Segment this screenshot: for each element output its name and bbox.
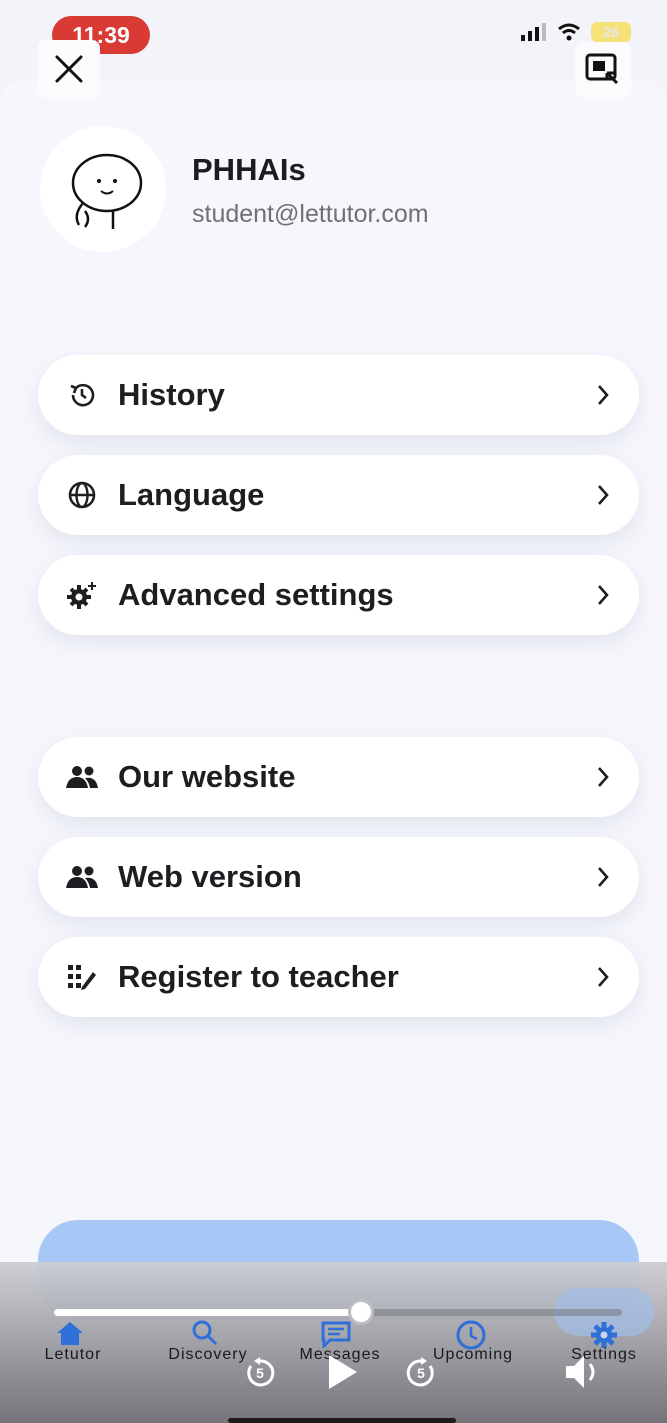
- picture-in-picture-icon: [585, 53, 619, 85]
- video-progress-handle[interactable]: [347, 1299, 374, 1325]
- video-progress-bar[interactable]: [54, 1299, 622, 1325]
- nav-item-letutor[interactable]: [55, 1320, 85, 1346]
- skip-back-seconds: 5: [256, 1365, 264, 1381]
- gear-sparkle-icon: [64, 577, 100, 613]
- wifi-icon: [558, 23, 580, 41]
- chevron-right-icon: [593, 963, 613, 991]
- nav-label-upcoming: Upcoming: [432, 1346, 514, 1363]
- grid-pen-icon: [64, 959, 100, 995]
- chevron-right-icon: [593, 381, 613, 409]
- menu-item-our-website[interactable]: Our website: [38, 737, 639, 817]
- chevron-right-icon: [593, 581, 613, 609]
- close-icon: [55, 55, 83, 83]
- avatar[interactable]: [40, 126, 166, 252]
- play-button[interactable]: [324, 1352, 360, 1392]
- menu-item-label: Web version: [118, 859, 302, 894]
- history-icon: [64, 377, 100, 413]
- menu-item-label: History: [118, 377, 225, 412]
- chevron-right-icon: [593, 763, 613, 791]
- menu-item-web-version[interactable]: Web version: [38, 837, 639, 917]
- chevron-right-icon: [593, 863, 613, 891]
- profile-name: PHHAIs: [192, 152, 306, 187]
- menu-item-history[interactable]: History: [38, 355, 639, 435]
- nav-label-discovery: Discovery: [168, 1346, 248, 1363]
- video-progress-fill: [54, 1309, 361, 1316]
- menu-item-label: Advanced settings: [118, 577, 394, 612]
- status-indicators: 26: [521, 22, 631, 42]
- nav-item-discovery[interactable]: [190, 1320, 220, 1348]
- nav-item-messages[interactable]: [320, 1320, 352, 1348]
- battery-indicator: 26: [591, 22, 631, 42]
- skip-back-button[interactable]: 5: [243, 1356, 277, 1390]
- menu-item-label: Language: [118, 477, 265, 512]
- close-button[interactable]: [38, 40, 100, 98]
- globe-icon: [64, 477, 100, 513]
- skip-forward-button[interactable]: 5: [404, 1356, 438, 1390]
- play-icon: [329, 1355, 357, 1389]
- chat-icon: [321, 1321, 351, 1348]
- menu-item-label: Register to teacher: [118, 959, 399, 994]
- home-indicator: [228, 1418, 456, 1423]
- search-icon: [192, 1320, 218, 1346]
- battery-level: 26: [603, 24, 619, 40]
- profile-email: student@lettutor.com: [192, 200, 429, 228]
- avatar-face-icon: [71, 153, 143, 229]
- signal-icon: [521, 23, 546, 41]
- menu-item-advanced-settings[interactable]: Advanced settings: [38, 555, 639, 635]
- home-icon: [57, 1322, 83, 1345]
- skip-forward-seconds: 5: [417, 1365, 425, 1381]
- menu-item-label: Our website: [118, 759, 296, 794]
- picture-in-picture-button[interactable]: [575, 42, 631, 98]
- people-icon: [64, 759, 100, 795]
- people-icon: [64, 859, 100, 895]
- menu-item-language[interactable]: Language: [38, 455, 639, 535]
- chevron-right-icon: [593, 481, 613, 509]
- nav-label-letutor: Letutor: [44, 1346, 102, 1363]
- menu-item-register-to-teacher[interactable]: Register to teacher: [38, 937, 639, 1017]
- volume-icon: [566, 1356, 595, 1388]
- volume-button[interactable]: [562, 1352, 604, 1392]
